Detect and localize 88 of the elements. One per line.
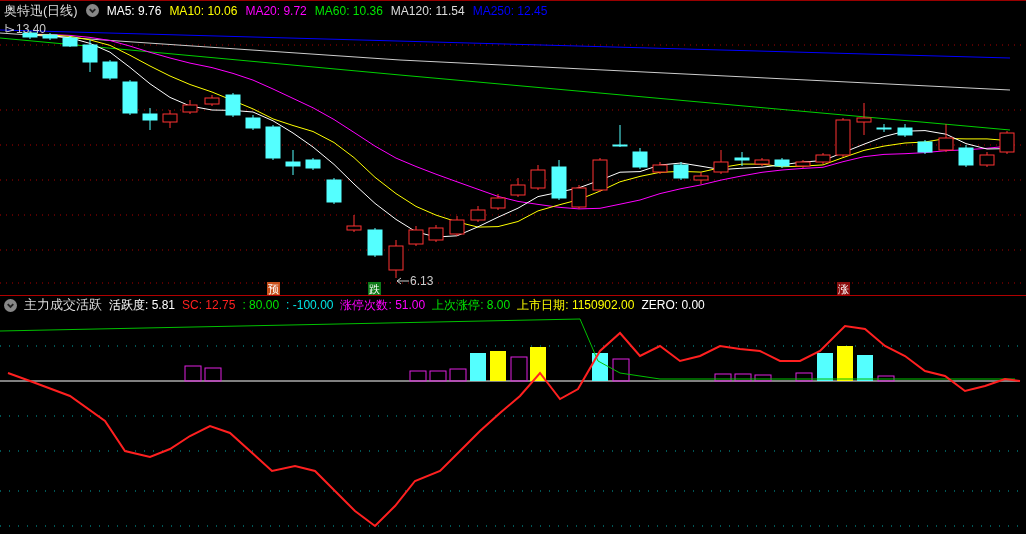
candlestick <box>285 149 301 176</box>
candlestick <box>82 39 98 73</box>
indicator-bar <box>754 374 772 382</box>
candlestick <box>530 164 546 191</box>
stock-title: 奥特迅(日线) <box>4 1 78 20</box>
candlestick <box>388 239 404 279</box>
price-label: 6.13 <box>396 274 434 288</box>
candlestick <box>346 214 362 233</box>
indicator-value: : -100.00 <box>286 298 334 312</box>
indicator-bar <box>714 373 732 382</box>
indicator-bar <box>184 365 202 382</box>
candlestick <box>713 149 729 175</box>
candlestick <box>734 151 750 167</box>
indicator-bar <box>429 370 447 382</box>
indicator-title: 主力成交活跃 <box>24 296 102 314</box>
candlestick <box>571 184 587 210</box>
indicator-value: SC: 12.75 <box>182 298 236 312</box>
indicator-bar <box>449 368 467 382</box>
candlestick <box>693 171 709 185</box>
indicator-value: MA120: 11.54 <box>390 3 465 18</box>
indicator-bar <box>857 355 873 381</box>
indicator-value: MA20: 9.72 <box>245 3 307 18</box>
candlestick <box>62 35 78 48</box>
candlestick <box>774 157 790 169</box>
indicator-bar <box>409 370 427 382</box>
candlestick <box>162 109 178 129</box>
candlestick <box>265 124 281 161</box>
candlestick <box>182 99 198 115</box>
signal-marker: 跌 <box>368 282 381 295</box>
candlestick <box>835 117 851 158</box>
candlestick <box>367 227 383 258</box>
candlestick <box>510 177 526 198</box>
candlestick <box>673 161 689 181</box>
indicator-value: 上次涨停: 8.00 <box>432 296 511 314</box>
dropdown-icon[interactable] <box>85 4 99 17</box>
signal-marker: 涨 <box>837 282 850 295</box>
candlestick <box>428 224 444 243</box>
candlestick <box>470 205 486 223</box>
candlestick <box>754 157 770 167</box>
candlestick <box>245 114 261 131</box>
candlestick <box>122 79 138 116</box>
indicator-value: 活跃度: 5.81 <box>109 296 176 314</box>
candlestick <box>42 32 58 41</box>
candlestick <box>876 123 892 133</box>
candlestick <box>897 123 913 138</box>
candlestick <box>102 59 118 81</box>
indicator-value: MA5: 9.76 <box>106 3 162 18</box>
indicator-bar <box>795 372 813 382</box>
indicator-bar <box>612 358 630 382</box>
indicator-bar <box>877 375 895 382</box>
indicator-bar <box>530 347 546 381</box>
candlestick <box>612 124 628 148</box>
candlestick <box>979 151 995 168</box>
candlestick <box>326 177 342 205</box>
candlestick <box>856 102 872 136</box>
candlestick <box>815 152 831 165</box>
signal-marker: 预 <box>267 282 280 295</box>
indicator-value: : 80.00 <box>242 298 280 312</box>
indicator-value: MA250: 12.45 <box>472 3 548 18</box>
indicator-bar <box>490 351 506 381</box>
candlestick <box>592 157 608 193</box>
indicator-bar <box>204 367 222 382</box>
indicator-bar <box>837 346 853 381</box>
indicator-value: ZERO: 0.00 <box>641 298 705 312</box>
candlestick <box>204 94 220 107</box>
candlestick <box>938 123 954 153</box>
candlestick <box>958 144 974 168</box>
candlestick <box>449 215 465 237</box>
candlestick <box>225 92 241 118</box>
candlestick <box>408 225 424 247</box>
candlestick <box>999 130 1015 155</box>
indicator-value: MA60: 10.36 <box>314 3 383 18</box>
candlestick <box>551 159 567 201</box>
dropdown-icon[interactable] <box>4 298 17 312</box>
indicator-value: 涨停次数: 51.00 <box>340 296 426 314</box>
candlestick <box>917 139 933 155</box>
indicator-bar <box>734 373 752 382</box>
candlestick <box>632 147 648 170</box>
candlestick <box>795 159 811 169</box>
indicator-bar <box>817 353 833 381</box>
candlestick <box>305 157 321 171</box>
indicator-bar <box>510 356 528 382</box>
indicator-bar <box>470 353 486 381</box>
indicator-value: 上市日期: 1150902.00 <box>517 296 635 314</box>
candlestick <box>142 107 158 131</box>
candlestick <box>490 193 506 211</box>
indicator-value: MA10: 10.06 <box>169 3 238 18</box>
candlestick <box>652 161 668 175</box>
